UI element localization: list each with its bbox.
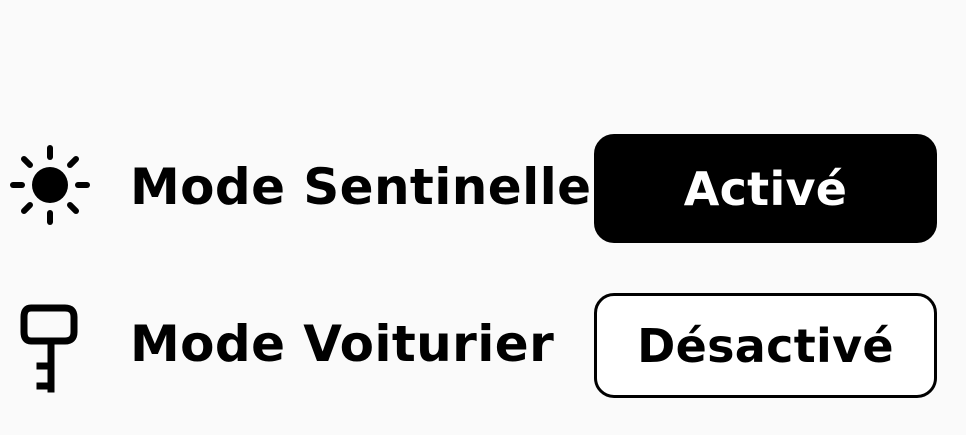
sentinel-mode-label: Mode Sentinelle: [130, 158, 592, 216]
key-icon: [20, 304, 78, 393]
vehicle-mode-settings: Mode Sentinelle Activé Mode Voiturier Dé…: [0, 0, 966, 435]
valet-mode-status-button[interactable]: Désactivé: [594, 293, 937, 398]
setting-row-valet-mode: Mode Voiturier Désactivé: [0, 292, 966, 402]
valet-mode-label: Mode Voiturier: [130, 315, 555, 373]
setting-row-sentinel-mode: Mode Sentinelle Activé: [0, 133, 966, 243]
sentinel-mode-status-button[interactable]: Activé: [594, 134, 937, 243]
sun-icon: [10, 145, 90, 225]
